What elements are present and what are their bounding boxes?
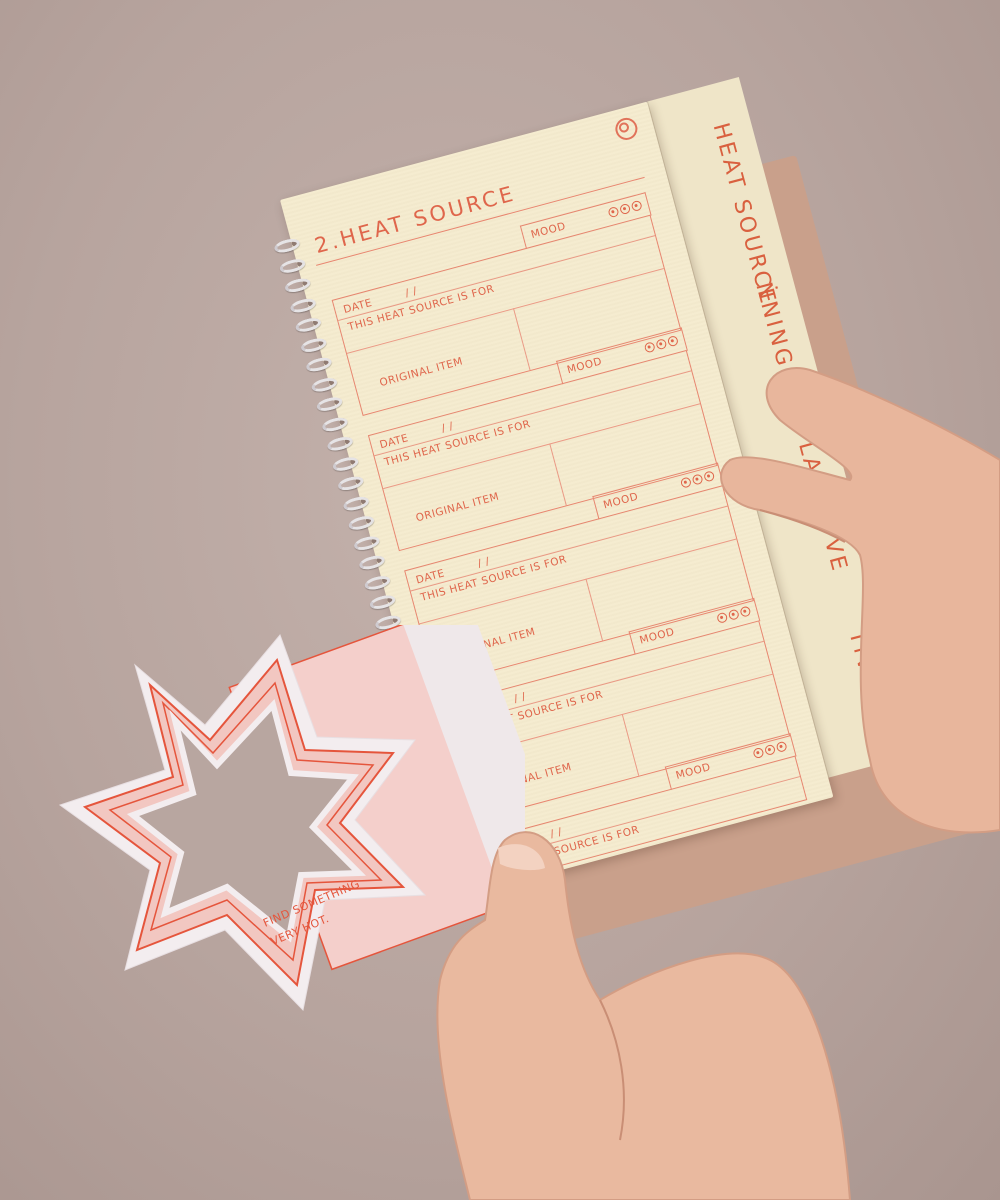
left-hand: [436, 831, 852, 1200]
date-separators: / /: [403, 284, 419, 300]
photo-scene: HEAT SOURCE ṄNING LAGE VE TIVITY 2.HEAT …: [0, 0, 1000, 1200]
spiral-coil: [341, 493, 371, 513]
face-icon: [666, 335, 679, 348]
spiral-coil: [320, 414, 349, 434]
divider: [621, 713, 640, 776]
spiral-coil: [304, 355, 334, 374]
original-item-label: ORIGINAL ITEM: [378, 355, 465, 390]
face-icon: [643, 341, 656, 354]
face-icon: [606, 206, 620, 219]
spiral-coil: [347, 513, 376, 533]
face-icon: [679, 476, 692, 489]
spiral-coil: [272, 236, 302, 255]
date-separators: / /: [476, 555, 492, 570]
spiral-coil: [283, 276, 312, 295]
face-icon: [630, 199, 643, 213]
spiral-coil: [288, 295, 318, 315]
mood-label: MOOD: [638, 625, 676, 647]
spiral-coil: [326, 434, 355, 453]
spiral-coil: [336, 474, 365, 493]
side-tab-2: ṄNING: [750, 279, 798, 372]
spiral-coil: [294, 315, 323, 335]
spiral-coil: [299, 335, 328, 354]
sun-icon: [612, 115, 640, 143]
spiral-coil: [315, 394, 344, 414]
date-label: DATE: [414, 567, 447, 587]
divider: [512, 308, 531, 371]
spiral-coil: [331, 454, 360, 473]
mood-label: MOOD: [529, 220, 568, 241]
spiral-coil: [363, 573, 392, 592]
right-hand: [720, 367, 1000, 834]
divider: [338, 235, 656, 322]
divider: [585, 578, 603, 641]
face-icon: [618, 202, 631, 216]
divider: [549, 443, 567, 506]
mood-label: MOOD: [602, 490, 640, 512]
spiral-coil: [278, 256, 307, 275]
original-item-label: ORIGINAL ITEM: [414, 490, 501, 525]
spiral-coil: [368, 592, 397, 612]
date-separators: / /: [440, 420, 455, 435]
date-label: DATE: [342, 296, 374, 317]
face-icon: [654, 338, 667, 351]
mood-label: MOOD: [565, 355, 604, 377]
date-label: DATE: [378, 432, 410, 452]
spiral-coil: [352, 533, 381, 552]
spiral-coil: [310, 375, 339, 394]
spiral-coil: [357, 553, 387, 572]
